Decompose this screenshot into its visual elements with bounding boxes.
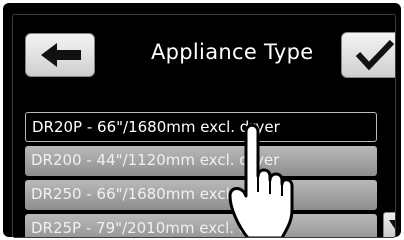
page-title: Appliance Type	[151, 40, 314, 64]
list-item[interactable]: DR200 - 44"/1120mm excl. dryer	[25, 146, 377, 176]
device-frame: Appliance Type DR20P - 66"/1680mm excl. …	[3, 3, 401, 238]
back-button[interactable]	[25, 33, 95, 77]
checkmark-icon	[355, 39, 395, 71]
chevron-down-icon	[389, 220, 395, 229]
scroll-down-button[interactable]	[383, 212, 395, 237]
confirm-button[interactable]	[341, 32, 395, 78]
appliance-type-list: DR20P - 66"/1680mm excl. dryer DR200 - 4…	[25, 112, 381, 237]
list-item[interactable]: DR25P - 79"/2010mm excl. dryer	[25, 214, 377, 237]
pointing-hand-icon	[228, 123, 294, 237]
display-screen: Appliance Type DR20P - 66"/1680mm excl. …	[12, 14, 396, 238]
arrow-left-icon	[41, 43, 81, 67]
list-item[interactable]: DR20P - 66"/1680mm excl. dryer	[25, 112, 377, 142]
list-item[interactable]: DR250 - 66"/1680mm excl. dryer	[25, 180, 377, 210]
